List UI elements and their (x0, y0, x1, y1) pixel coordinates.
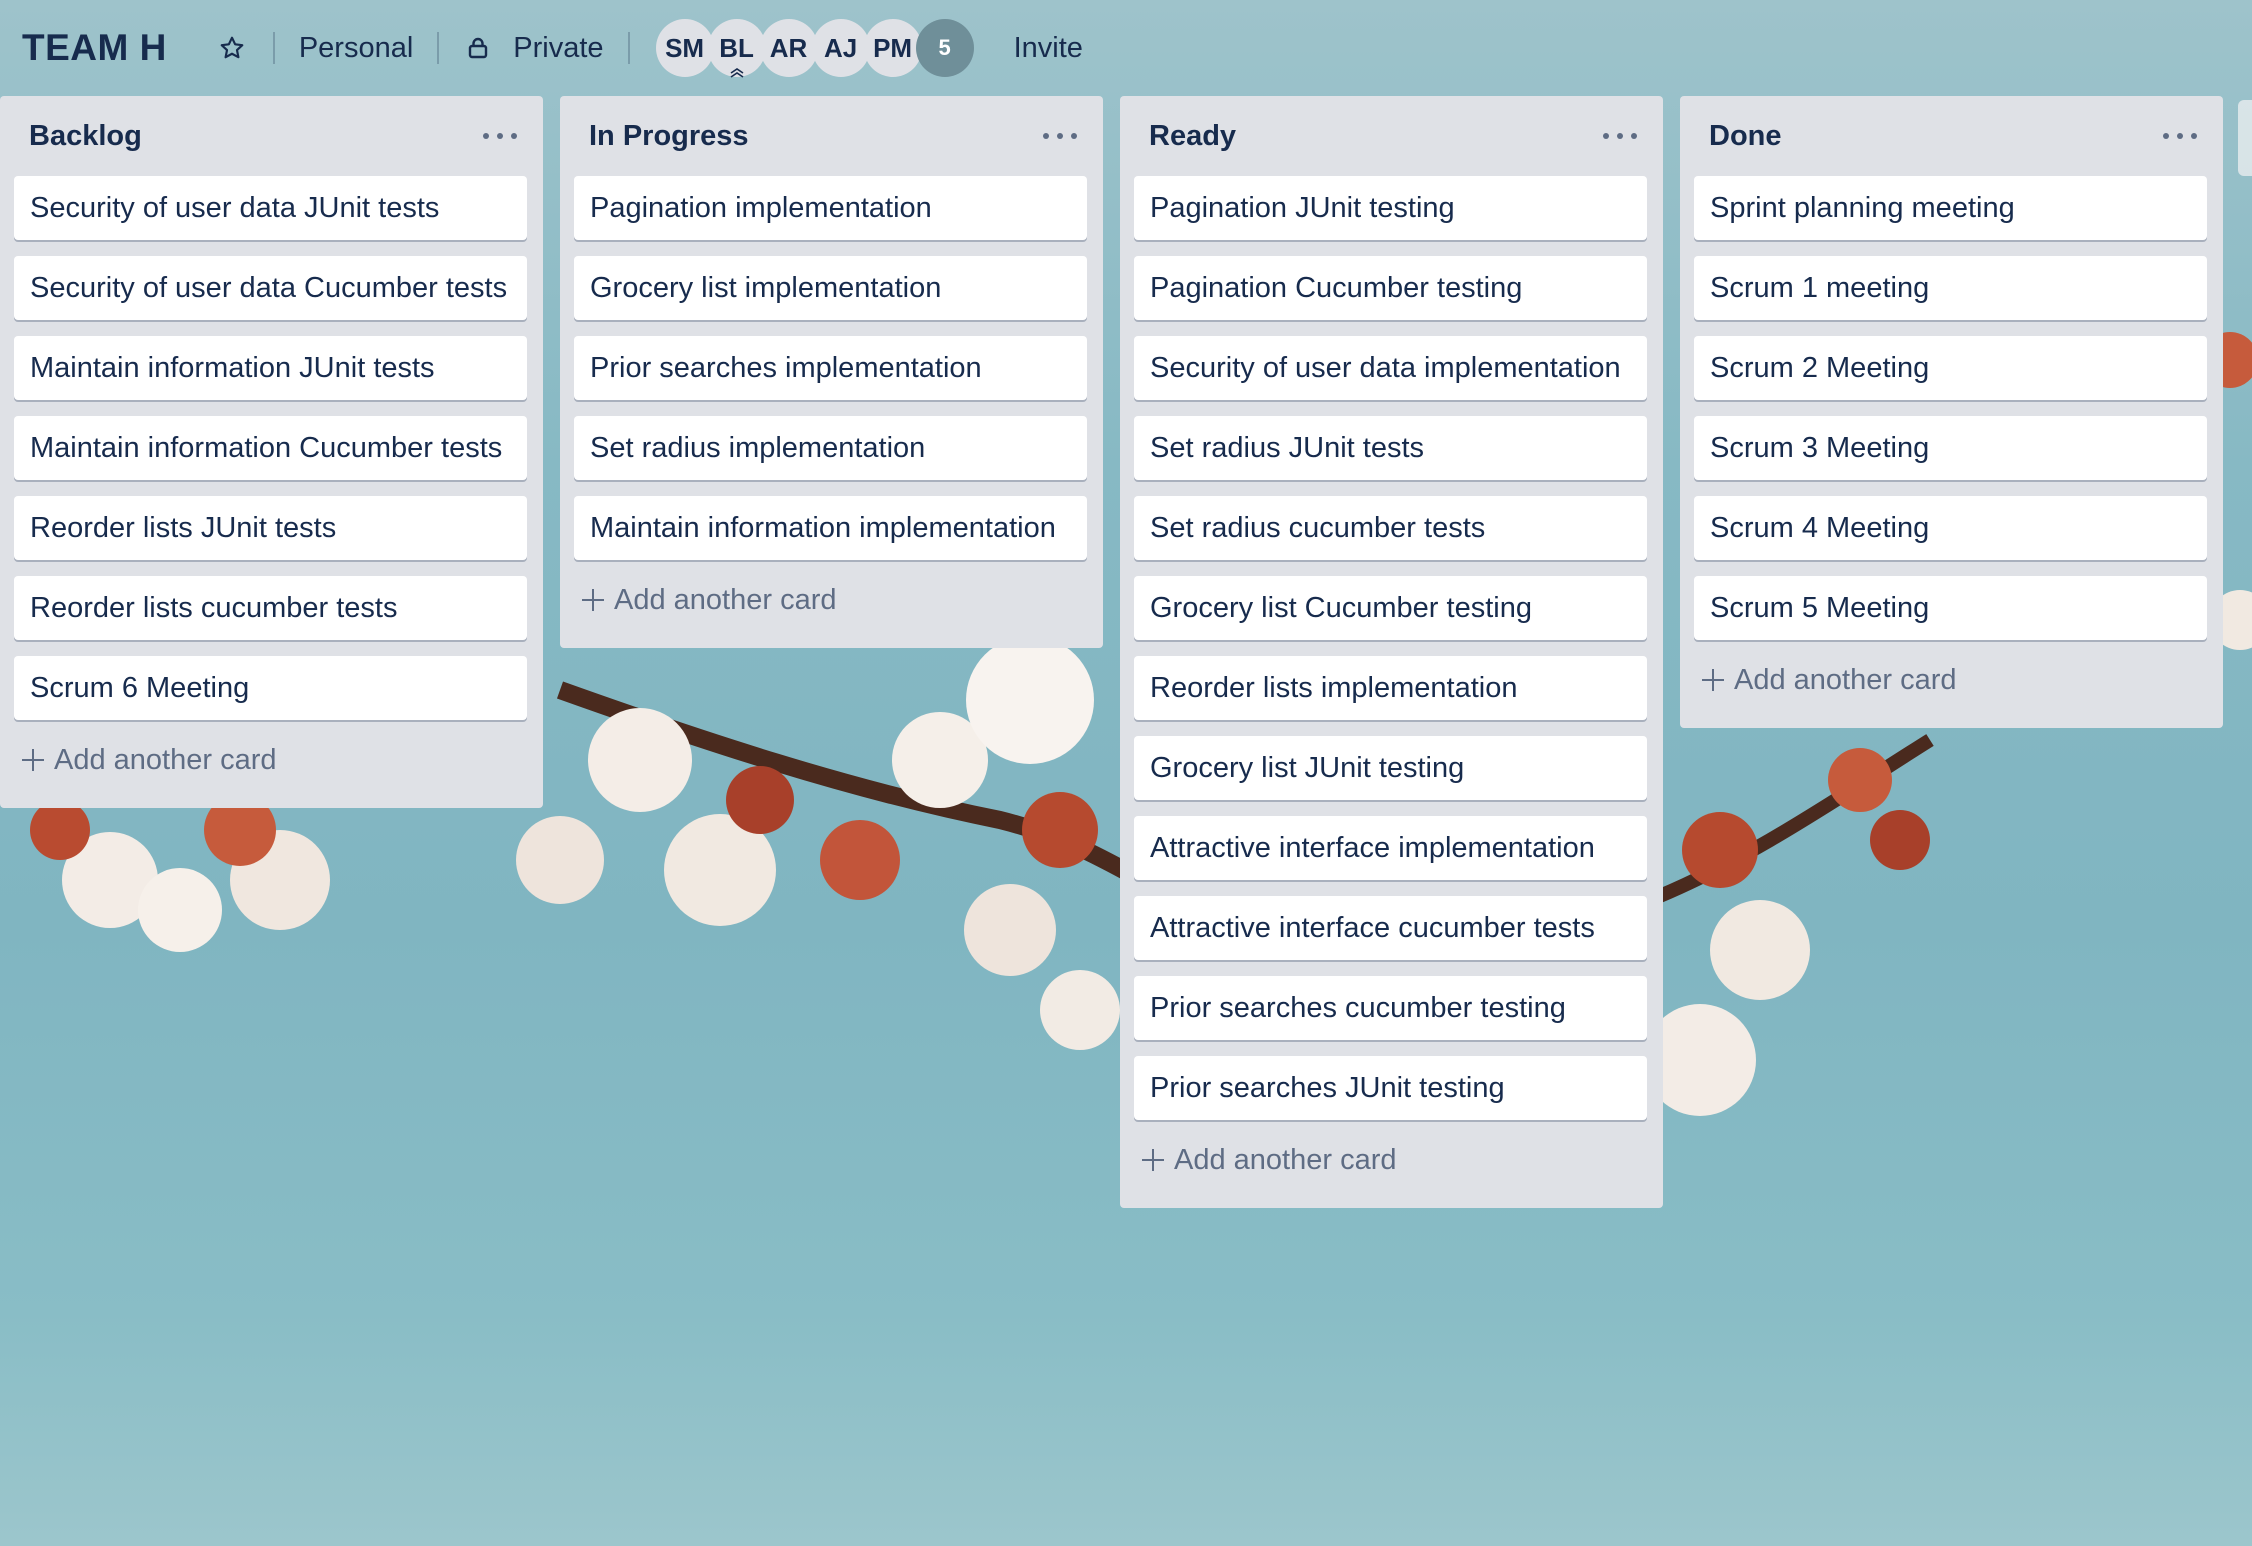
card[interactable]: Maintain information JUnit tests (14, 336, 527, 400)
lock-icon (467, 36, 489, 60)
add-card-label: Add another card (1174, 1143, 1397, 1176)
list-menu-icon[interactable] (2163, 126, 2197, 146)
card[interactable]: Prior searches implementation (574, 336, 1087, 400)
card[interactable]: Grocery list JUnit testing (1134, 736, 1647, 800)
card[interactable]: Attractive interface implementation (1134, 816, 1647, 880)
plus-icon (582, 589, 604, 611)
card-list: Sprint planning meeting Scrum 1 meeting … (1694, 176, 2207, 640)
plus-icon (22, 749, 44, 771)
card[interactable]: Security of user data JUnit tests (14, 176, 527, 240)
list-in-progress: In Progress Pagination implementation Gr… (560, 96, 1103, 648)
card[interactable]: Pagination JUnit testing (1134, 176, 1647, 240)
card[interactable]: Scrum 2 Meeting (1694, 336, 2207, 400)
add-card-button[interactable]: Add another card (1134, 1124, 1647, 1196)
add-card-button[interactable]: Add another card (14, 724, 527, 796)
board-header: TEAM H Personal Private SM BL AR AJ PM 5… (0, 0, 2252, 96)
add-card-label: Add another card (614, 583, 837, 616)
admin-chevron-icon (730, 68, 744, 78)
card[interactable]: Scrum 5 Meeting (1694, 576, 2207, 640)
card[interactable]: Sprint planning meeting (1694, 176, 2207, 240)
star-icon (220, 36, 244, 59)
card[interactable]: Security of user data Cucumber tests (14, 256, 527, 320)
board-members: SM BL AR AJ PM 5 (655, 19, 974, 78)
card-list: Pagination JUnit testing Pagination Cucu… (1134, 176, 1647, 1120)
personal-team-button[interactable]: Personal (299, 32, 413, 65)
member-avatar[interactable]: PM (863, 19, 922, 77)
list-title[interactable]: Backlog (29, 120, 142, 153)
list-done: Done Sprint planning meeting Scrum 1 mee… (1680, 96, 2223, 728)
list-title[interactable]: In Progress (589, 120, 749, 153)
card[interactable]: Attractive interface cucumber tests (1134, 896, 1647, 960)
plus-icon (1142, 1149, 1164, 1171)
card[interactable]: Maintain information implementation (574, 496, 1087, 560)
list-header: Ready (1134, 96, 1647, 176)
header-divider (272, 32, 275, 64)
plus-icon (1702, 669, 1724, 691)
header-divider (627, 32, 630, 64)
member-avatar-admin[interactable]: BL (707, 19, 766, 78)
card[interactable]: Maintain information Cucumber tests (14, 416, 527, 480)
list-ready: Ready Pagination JUnit testing Paginatio… (1120, 96, 1663, 1208)
list-backlog: Backlog Security of user data JUnit test… (0, 96, 543, 808)
card[interactable]: Scrum 6 Meeting (14, 656, 527, 720)
member-avatar[interactable]: SM (655, 19, 714, 77)
visibility-label: Private (513, 31, 604, 64)
card[interactable]: Reorder lists implementation (1134, 656, 1647, 720)
card[interactable]: Scrum 3 Meeting (1694, 416, 2207, 480)
star-board-button[interactable] (217, 33, 247, 63)
card[interactable]: Scrum 1 meeting (1694, 256, 2207, 320)
card[interactable]: Set radius cucumber tests (1134, 496, 1647, 560)
list-title[interactable]: Done (1709, 120, 1782, 153)
member-avatar[interactable]: AJ (811, 19, 870, 77)
card[interactable]: Reorder lists cucumber tests (14, 576, 527, 640)
list-header: Backlog (14, 96, 527, 176)
card[interactable]: Pagination implementation (574, 176, 1087, 240)
card[interactable]: Prior searches cucumber testing (1134, 976, 1647, 1040)
member-overflow-count[interactable]: 5 (915, 19, 974, 77)
list-menu-icon[interactable] (1603, 126, 1637, 146)
visibility-button[interactable]: Private (467, 31, 604, 65)
card[interactable]: Set radius implementation (574, 416, 1087, 480)
card[interactable]: Grocery list Cucumber testing (1134, 576, 1647, 640)
member-avatar[interactable]: AR (759, 19, 818, 77)
board-title[interactable]: TEAM H (22, 27, 167, 69)
card[interactable]: Pagination Cucumber testing (1134, 256, 1647, 320)
member-initials: BL (719, 32, 754, 63)
list-header: Done (1694, 96, 2207, 176)
list-header: In Progress (574, 96, 1087, 176)
header-divider (437, 32, 440, 64)
invite-button[interactable]: Invite (1014, 32, 1083, 65)
add-card-button[interactable]: Add another card (574, 564, 1087, 636)
card[interactable]: Reorder lists JUnit tests (14, 496, 527, 560)
card[interactable]: Scrum 4 Meeting (1694, 496, 2207, 560)
card[interactable]: Prior searches JUnit testing (1134, 1056, 1647, 1120)
card[interactable]: Set radius JUnit tests (1134, 416, 1647, 480)
card-list: Security of user data JUnit tests Securi… (14, 176, 527, 720)
list-title[interactable]: Ready (1149, 120, 1236, 153)
add-card-button[interactable]: Add another card (1694, 644, 2207, 716)
list-menu-icon[interactable] (1043, 126, 1077, 146)
add-card-label: Add another card (54, 743, 277, 776)
card[interactable]: Grocery list implementation (574, 256, 1087, 320)
list-menu-icon[interactable] (483, 126, 517, 146)
card[interactable]: Security of user data implementation (1134, 336, 1647, 400)
horizontal-scroll-handle[interactable] (2238, 100, 2252, 176)
card-list: Pagination implementation Grocery list i… (574, 176, 1087, 560)
add-card-label: Add another card (1734, 663, 1957, 696)
